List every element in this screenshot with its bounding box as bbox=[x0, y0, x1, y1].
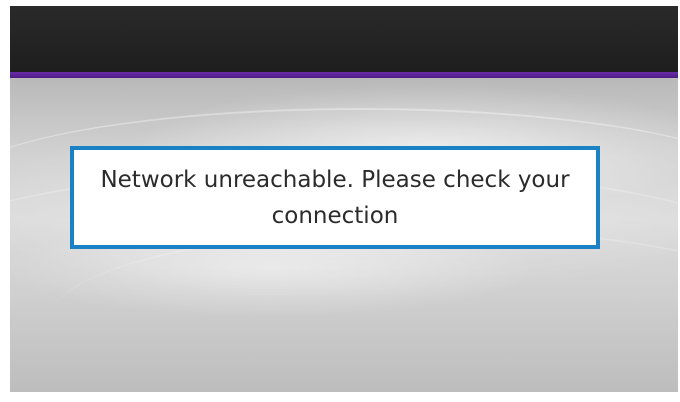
background-swoosh bbox=[50, 228, 678, 392]
error-dialog: Network unreachable. Please check your c… bbox=[70, 146, 600, 249]
top-bar bbox=[10, 6, 678, 72]
error-message: Network unreachable. Please check your c… bbox=[100, 166, 570, 229]
